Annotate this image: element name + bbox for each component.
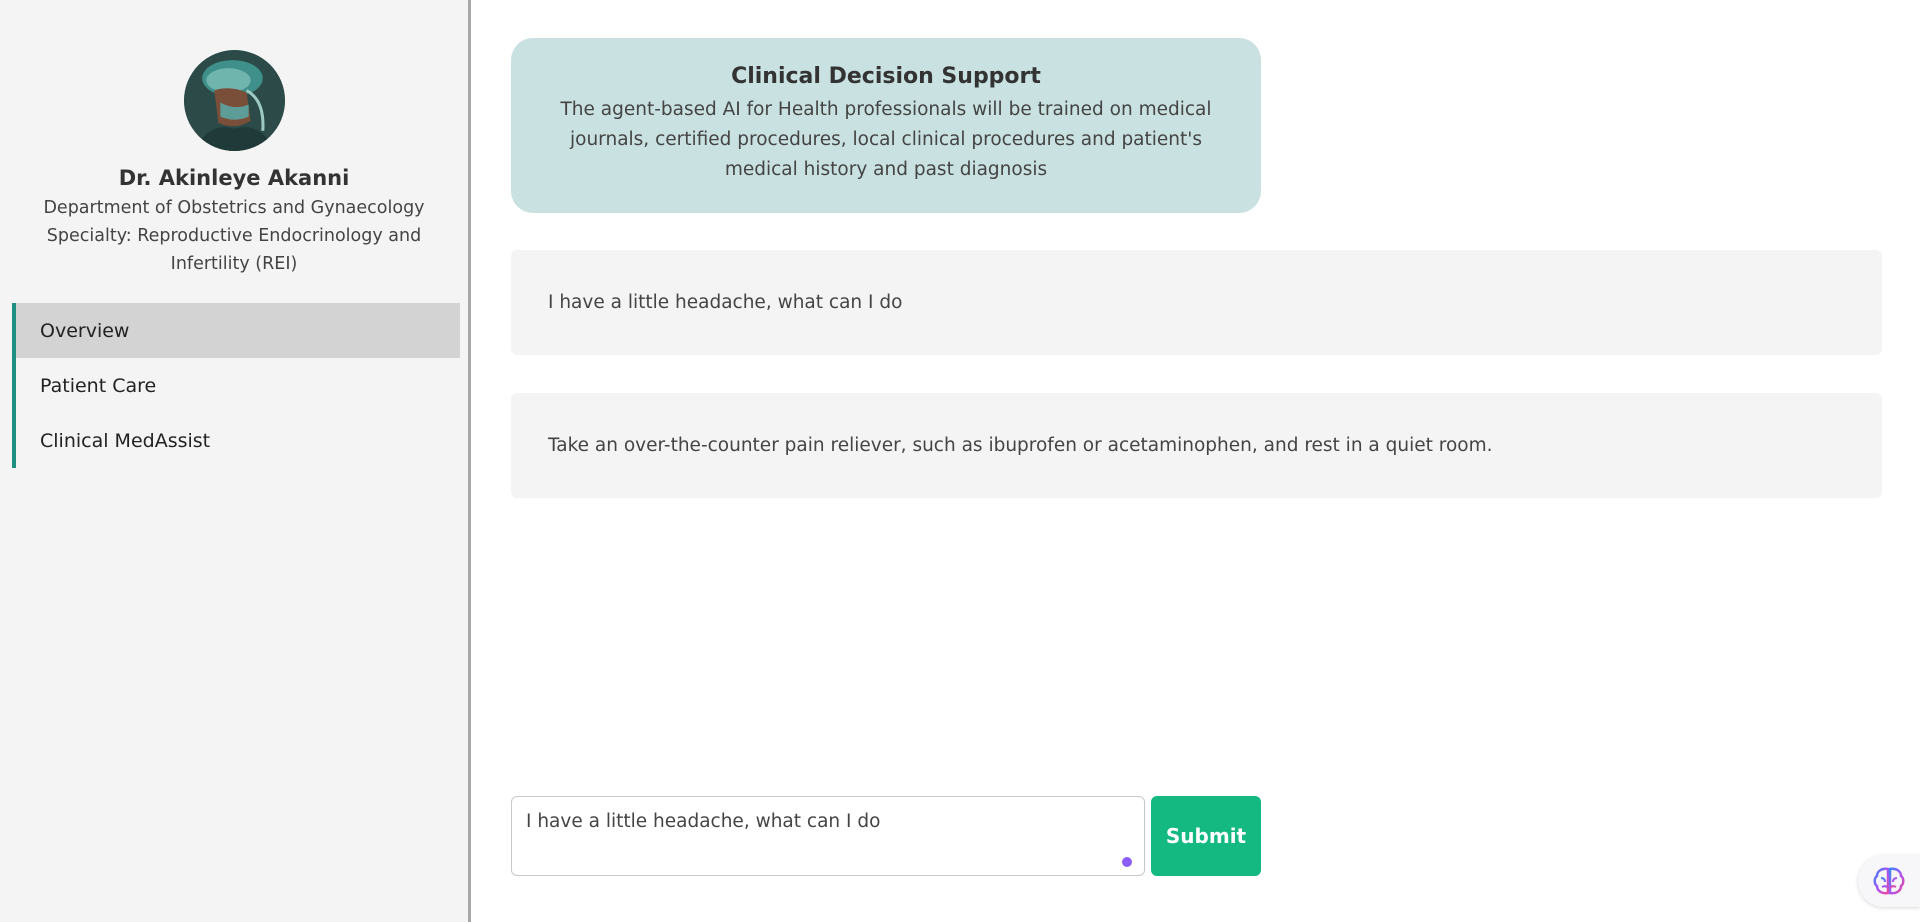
- assistant-fab-button[interactable]: [1858, 855, 1920, 907]
- user-message: I have a little headache, what can I do: [511, 250, 1882, 355]
- department-text: Department of Obstetrics and Gynaecology: [43, 198, 425, 218]
- sidebar: Dr. Akinleye Akanni Department of Obstet…: [0, 0, 471, 922]
- brain-icon: [1873, 867, 1905, 895]
- question-input[interactable]: I have a little headache, what can I do: [511, 796, 1145, 876]
- avatar: [183, 50, 285, 151]
- assistant-message: Take an over-the-counter pain reliever, …: [511, 393, 1882, 498]
- info-card: Clinical Decision Support The agent-base…: [511, 38, 1261, 213]
- input-status-dot: [1122, 857, 1132, 867]
- specialty-text: Specialty: Reproductive Endocrinology an…: [46, 226, 422, 274]
- question-input-value: I have a little headache, what can I do: [526, 811, 881, 832]
- info-card-title: Clinical Decision Support: [731, 64, 1041, 89]
- doctor-avatar-image: [183, 50, 285, 151]
- doctor-info: Department of Obstetrics and Gynaecology…: [0, 194, 468, 278]
- user-message-text: I have a little headache, what can I do: [548, 292, 903, 313]
- assistant-message-text: Take an over-the-counter pain reliever, …: [548, 435, 1493, 456]
- main-content: Clinical Decision Support The agent-base…: [471, 0, 1920, 922]
- info-card-text: The agent-based AI for Health profession…: [560, 99, 1212, 180]
- doctor-name: Dr. Akinleye Akanni: [118, 166, 350, 190]
- submit-button[interactable]: Submit: [1151, 796, 1261, 876]
- nav-item-patient-care[interactable]: Patient Care: [16, 358, 460, 413]
- sidebar-nav: Overview Patient Care Clinical MedAssist: [12, 303, 460, 468]
- nav-item-overview[interactable]: Overview: [16, 303, 460, 358]
- nav-item-clinical-medassist[interactable]: Clinical MedAssist: [16, 413, 460, 468]
